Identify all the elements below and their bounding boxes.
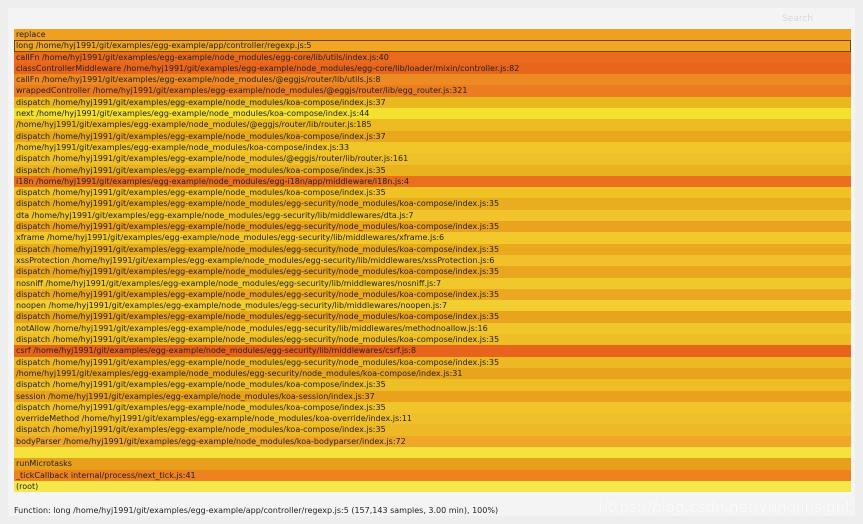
- watermark: https://blog.csdn.net/yunqiinsight: [598, 498, 851, 516]
- flame-frame[interactable]: xframe /home/hyj1991/git/examples/egg-ex…: [14, 232, 851, 244]
- flame-frame[interactable]: overrideMethod /home/hyj1991/git/example…: [14, 413, 851, 425]
- flame-frame[interactable]: dispatch /home/hyj1991/git/examples/egg-…: [14, 288, 851, 301]
- flame-frame[interactable]: dispatch /home/hyj1991/git/examples/egg-…: [14, 221, 851, 233]
- flame-frame[interactable]: callFn /home/hyj1991/git/examples/egg-ex…: [14, 74, 851, 86]
- flame-frame[interactable]: long /home/hyj1991/git/examples/egg-exam…: [14, 40, 851, 52]
- flame-frame[interactable]: dispatch /home/hyj1991/git/examples/egg-…: [14, 379, 851, 391]
- flame-frame[interactable]: dispatch /home/hyj1991/git/examples/egg-…: [14, 164, 851, 176]
- flame-frame[interactable]: classControllerMiddleware /home/hyj1991/…: [14, 62, 851, 75]
- flame-frame[interactable]: /home/hyj1991/git/examples/egg-example/n…: [14, 119, 851, 131]
- flame-frame[interactable]: dispatch /home/hyj1991/git/examples/egg-…: [14, 96, 851, 109]
- flame-frame[interactable]: dispatch /home/hyj1991/git/examples/egg-…: [14, 356, 851, 368]
- flame-frame[interactable]: dispatch /home/hyj1991/git/examples/egg-…: [14, 187, 851, 199]
- flame-stack: replace long /home/hyj1991/git/examples/e…: [14, 29, 851, 493]
- search-button[interactable]: Search: [782, 14, 813, 24]
- flame-frame[interactable]: (root): [14, 480, 851, 493]
- flame-frame[interactable]: session /home/hyj1991/git/examples/egg-e…: [14, 390, 851, 402]
- details-footer: Function: long /home/hyj1991/git/example…: [14, 506, 499, 515]
- flame-frame[interactable]: csrf /home/hyj1991/git/examples/egg-exam…: [14, 345, 851, 357]
- flame-frame[interactable]: xssProtection /home/hyj1991/git/examples…: [14, 254, 851, 267]
- flame-frame[interactable]: bodyParser /home/hyj1991/git/examples/eg…: [14, 435, 851, 447]
- flame-frame[interactable]: replace: [14, 29, 851, 41]
- flame-frame[interactable]: next /home/hyj1991/git/examples/egg-exam…: [14, 108, 851, 120]
- flame-frame[interactable]: i18n /home/hyj1991/git/examples/egg-exam…: [14, 175, 851, 188]
- flame-frame[interactable]: dispatch /home/hyj1991/git/examples/egg-…: [14, 311, 851, 323]
- flame-frame[interactable]: dta /home/hyj1991/git/examples/egg-examp…: [14, 209, 851, 222]
- flame-frame[interactable]: noopen /home/hyj1991/git/examples/egg-ex…: [14, 300, 851, 312]
- flame-frame[interactable]: dispatch /home/hyj1991/git/examples/egg-…: [14, 401, 851, 414]
- flame-frame[interactable]: dispatch /home/hyj1991/git/examples/egg-…: [14, 266, 851, 278]
- flame-frame[interactable]: dispatch /home/hyj1991/git/examples/egg-…: [14, 243, 851, 255]
- flame-frame[interactable]: /home/hyj1991/git/examples/egg-example/n…: [14, 141, 851, 154]
- flame-frame[interactable]: nosniff /home/hyj1991/git/examples/egg-e…: [14, 277, 851, 289]
- flame-frame[interactable]: dispatch /home/hyj1991/git/examples/egg-…: [14, 424, 851, 436]
- flame-frame[interactable]: [14, 446, 851, 459]
- flame-frame[interactable]: dispatch /home/hyj1991/git/examples/egg-…: [14, 198, 851, 210]
- flame-frame[interactable]: dispatch /home/hyj1991/git/examples/egg-…: [14, 153, 851, 165]
- flame-frame[interactable]: callFn /home/hyj1991/git/examples/egg-ex…: [14, 51, 851, 63]
- flame-frame[interactable]: _tickCallback internal/process/next_tick…: [14, 469, 851, 481]
- flame-frame[interactable]: dispatch /home/hyj1991/git/examples/egg-…: [14, 130, 851, 142]
- flame-frame[interactable]: runMicrotasks: [14, 458, 851, 470]
- flame-frame[interactable]: notAllow /home/hyj1991/git/examples/egg-…: [14, 322, 851, 335]
- flame-frame[interactable]: wrappedController /home/hyj1991/git/exam…: [14, 85, 851, 97]
- flame-frame[interactable]: dispatch /home/hyj1991/git/examples/egg-…: [14, 334, 851, 346]
- flame-frame[interactable]: /home/hyj1991/git/examples/egg-example/n…: [14, 367, 851, 380]
